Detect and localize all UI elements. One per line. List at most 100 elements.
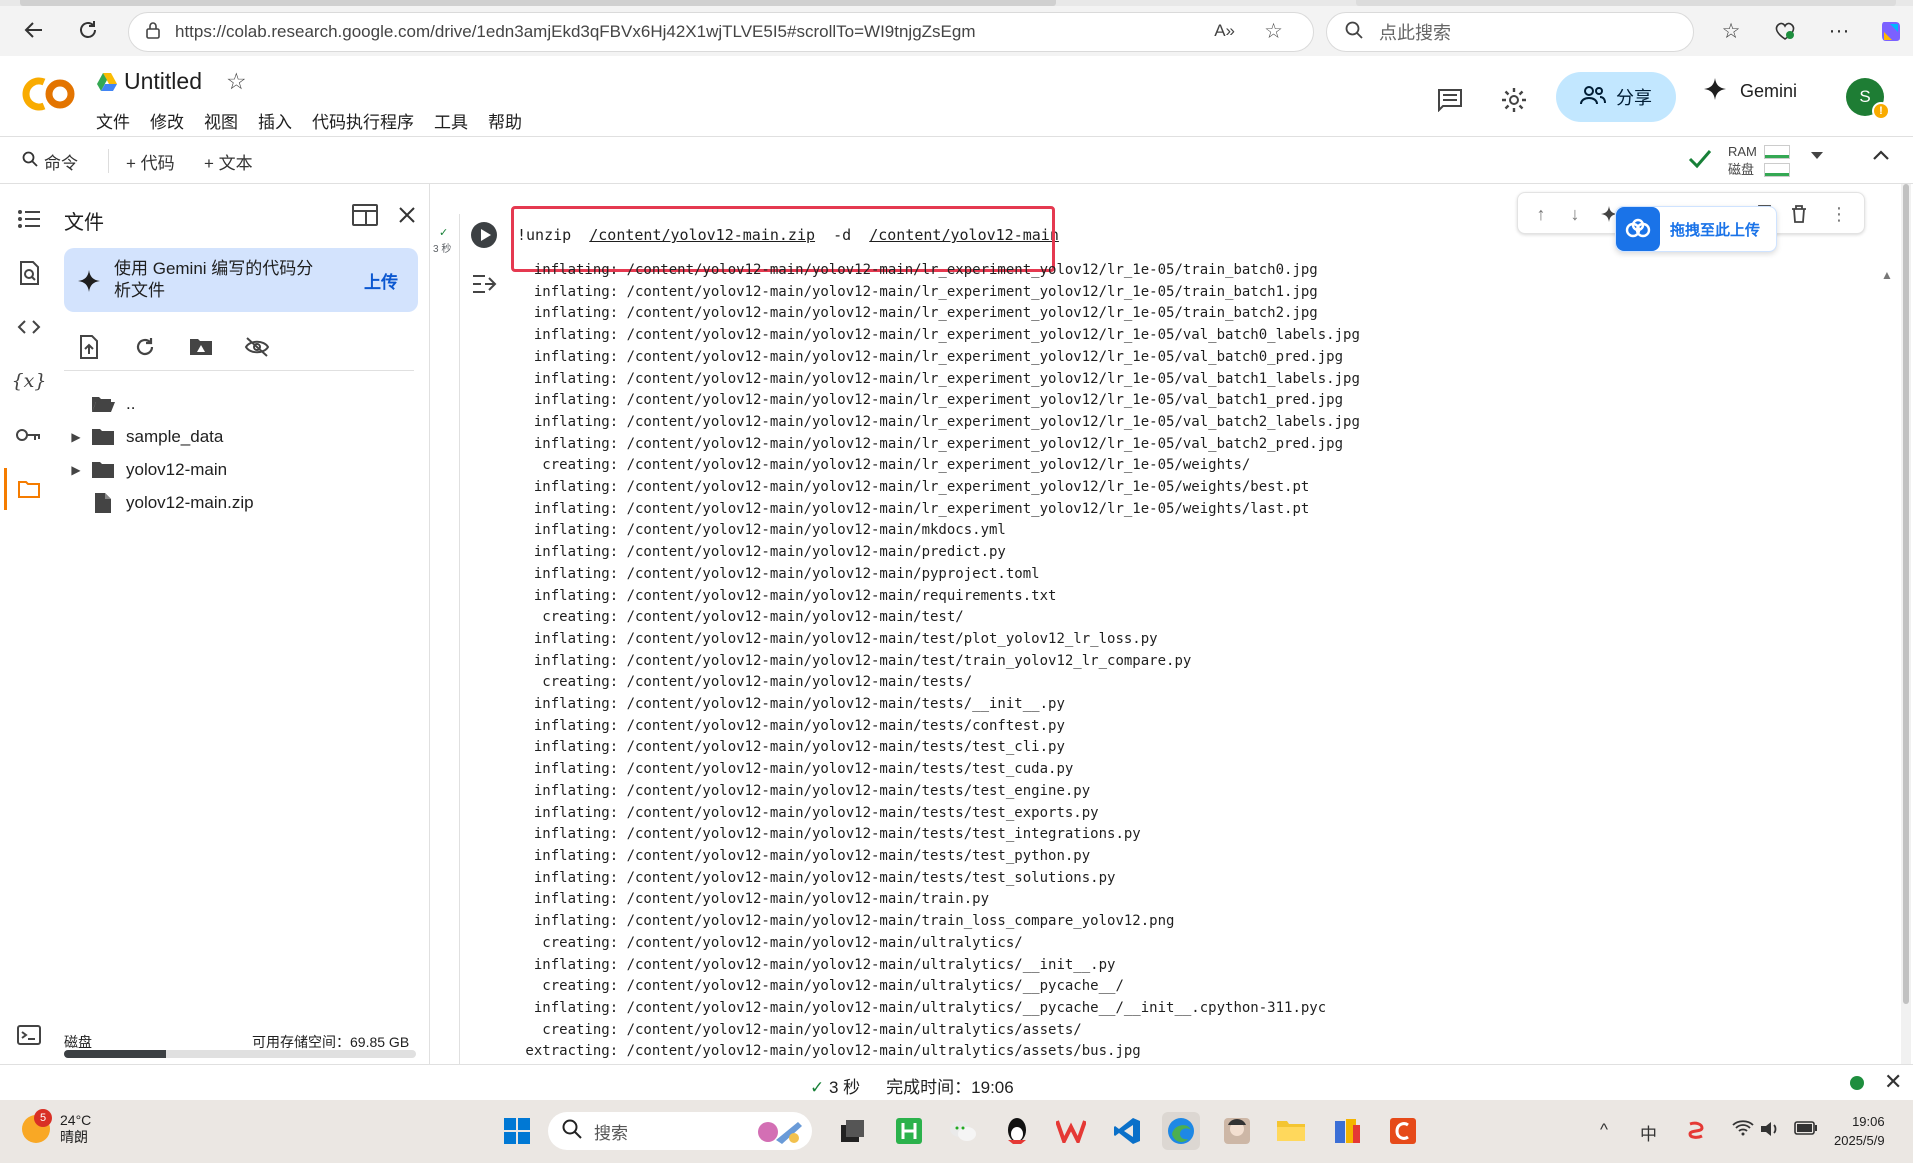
secrets-key-icon[interactable] [14,420,44,450]
favorite-star-icon[interactable]: ☆ [1264,19,1283,44]
copilot-icon[interactable] [1876,16,1906,46]
tray-overflow-icon[interactable]: ^ [1600,1120,1608,1140]
ime-indicator[interactable]: 中 [1640,1120,1657,1145]
menu-edit[interactable]: 修改 [150,108,184,133]
account-avatar[interactable]: S ! [1846,78,1890,120]
cell-more-icon[interactable]: ⋮ [1826,201,1852,227]
archive-app-icon[interactable] [1328,1112,1366,1150]
files-folder-icon[interactable] [14,474,44,504]
colab-logo[interactable] [22,74,78,114]
menu-help[interactable]: 帮助 [488,108,522,133]
file-explorer-icon[interactable] [1272,1112,1310,1150]
back-icon[interactable] [18,14,50,46]
runtime-dropdown-icon[interactable] [1810,151,1824,161]
scrollbar-thumb[interactable] [1903,184,1909,1004]
disk-meter [1764,163,1790,177]
gemini-upload-link[interactable]: 上传 [364,268,398,293]
hbuilder-app-icon[interactable] [890,1112,928,1150]
address-bar[interactable]: https://colab.research.google.com/drive/… [128,12,1314,52]
output-actions-icon[interactable] [471,272,499,300]
hide-files-icon[interactable] [242,332,272,362]
edge-app-icon[interactable] [1162,1112,1200,1150]
variables-icon[interactable]: {x} [12,366,47,396]
resource-labels[interactable]: RAM 磁盘 [1728,143,1757,179]
wechat-app-icon[interactable] [944,1112,982,1150]
open-in-tab-icon[interactable] [352,204,378,231]
antivirus-tray-icon[interactable] [1686,1120,1706,1145]
weather-widget[interactable]: 5 24°C 晴朗 [22,1109,91,1146]
expand-caret-icon[interactable]: ▶ [64,430,88,444]
drag-upload-popup[interactable]: 拖拽至此上传 [1615,206,1777,252]
qq-app-icon[interactable] [998,1112,1036,1150]
add-text-button[interactable]: + 文本 [204,149,253,174]
notebook-title[interactable]: Untitled [124,68,202,95]
mount-drive-icon[interactable] [186,332,216,362]
taskbar-search[interactable]: 搜索 [548,1112,812,1150]
tree-item-parent[interactable]: .. [64,388,414,420]
upload-file-icon[interactable] [74,332,104,362]
c-app-icon[interactable] [1384,1112,1422,1150]
output-line: inflating: /content/yolov12-main/yolov12… [517,630,1158,647]
delete-cell-icon[interactable] [1786,201,1812,227]
resource-meters[interactable] [1764,145,1790,179]
code-snippets-icon[interactable] [14,312,44,342]
weather-condition: 晴朗 [60,1129,88,1145]
menu-file[interactable]: 文件 [96,108,130,133]
menu-view[interactable]: 视图 [204,108,238,133]
menu-tools[interactable]: 工具 [434,108,468,133]
add-code-button[interactable]: + 代码 [126,149,175,174]
terminal-icon[interactable] [14,1020,44,1050]
read-aloud-icon[interactable]: A» [1214,21,1235,41]
close-status-icon[interactable]: ✕ [1884,1069,1902,1095]
output-line: inflating: /content/yolov12-main/yolov12… [517,305,1318,322]
task-view-icon[interactable] [834,1112,872,1150]
menu-runtime[interactable]: 代码执行程序 [312,108,414,133]
connected-check-icon[interactable] [1688,147,1712,169]
browser-essentials-icon[interactable] [1770,16,1800,46]
browser-search-box[interactable]: 点此搜索 [1326,12,1694,52]
table-of-contents-icon[interactable] [14,204,44,234]
tree-item-label: sample_data [126,427,224,446]
gemini-button[interactable]: Gemini [1704,78,1797,105]
move-down-icon[interactable]: ↓ [1562,201,1588,227]
comments-icon[interactable] [1432,82,1468,118]
share-button[interactable]: 分享 [1556,72,1676,122]
runtime-connected-dot[interactable] [1850,1076,1864,1090]
output-line: creating: /content/yolov12-main/yolov12-… [517,978,1124,995]
vscode-app-icon[interactable] [1108,1112,1146,1150]
tree-item-yolov12-main[interactable]: ▶ yolov12-main [64,454,414,486]
execution-status[interactable]: ✓ 3 秒 完成时间：19:06 [810,1073,1014,1098]
output-scroll-up-icon[interactable]: ▲ [1881,268,1893,282]
avatar-app-icon[interactable] [1218,1112,1256,1150]
favorites-icon[interactable]: ☆ [1716,16,1746,46]
wifi-icon[interactable] [1732,1120,1754,1141]
run-cell-button[interactable] [471,222,497,248]
windows-start-icon[interactable] [498,1112,536,1150]
find-replace-icon[interactable] [14,258,44,288]
refresh-icon[interactable] [72,14,104,46]
settings-gear-icon[interactable] [1496,82,1532,118]
command-palette-button[interactable]: 命令 [22,149,78,174]
output-line: inflating: /content/yolov12-main/yolov12… [517,348,1344,365]
output-line: creating: /content/yolov12-main/yolov12-… [517,1021,1082,1038]
tree-item-sample-data[interactable]: ▶ sample_data [64,421,414,453]
close-panel-icon[interactable] [398,206,416,229]
gemini-label: Gemini [1740,81,1798,101]
refresh-files-icon[interactable] [130,332,160,362]
notebook-scrollbar[interactable] [1901,184,1911,1064]
volume-icon[interactable] [1760,1120,1782,1143]
more-menu-icon[interactable]: ··· [1824,16,1854,46]
collapse-header-icon[interactable] [1872,149,1890,161]
star-notebook-icon[interactable]: ☆ [226,68,247,95]
screen: https://colab.research.google.com/drive/… [0,0,1913,1163]
output-line: inflating: /content/yolov12-main/yolov12… [517,782,1091,799]
menu-insert[interactable]: 插入 [258,108,292,133]
gemini-analyze-card[interactable]: 使用 Gemini 编写的代码分析文件 上传 [64,248,418,312]
move-up-icon[interactable]: ↑ [1528,201,1554,227]
output-line: inflating: /content/yolov12-main/yolov12… [517,847,1091,864]
expand-caret-icon[interactable]: ▶ [64,463,88,477]
tree-item-yolov12-zip[interactable]: yolov12-main.zip [64,487,414,519]
system-clock[interactable]: 19:06 2025/5/9 [1834,1112,1885,1150]
battery-icon[interactable] [1794,1120,1818,1140]
wps-app-icon[interactable] [1052,1112,1090,1150]
